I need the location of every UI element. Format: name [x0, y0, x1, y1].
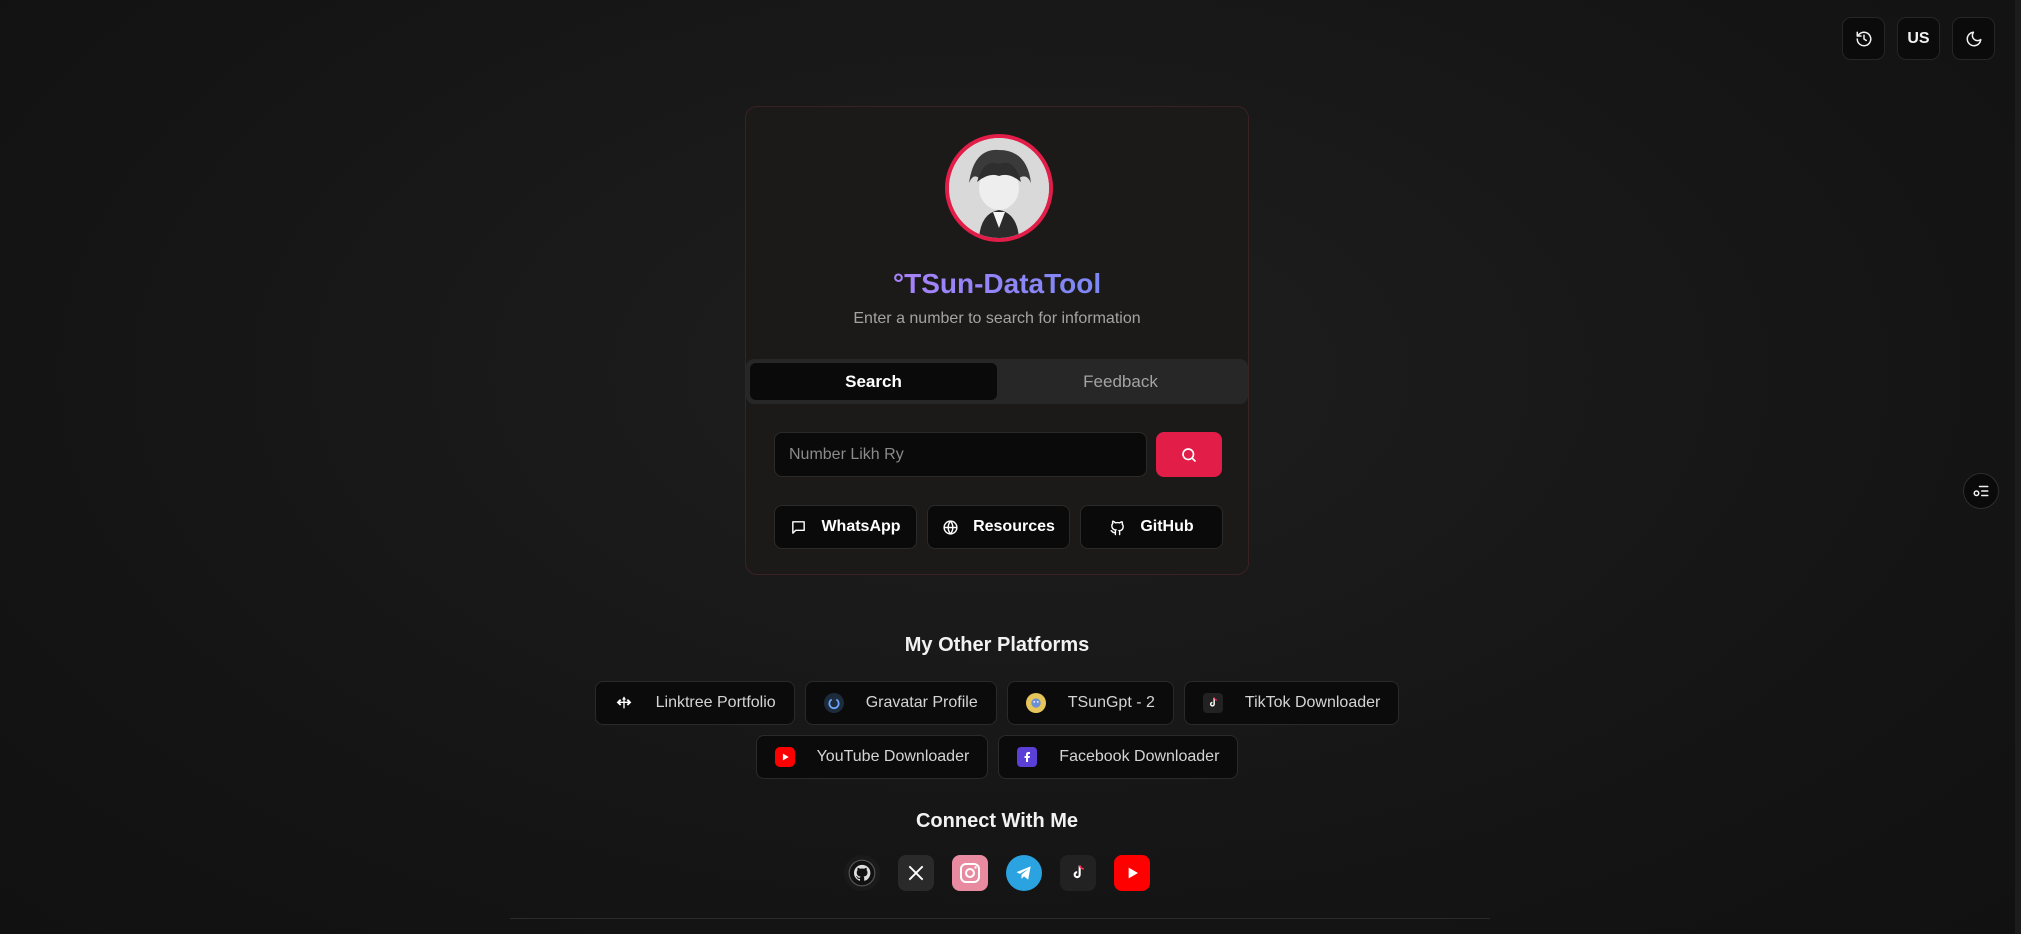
youtube-icon	[774, 747, 795, 767]
connect-heading: Connect With Me	[915, 810, 1079, 832]
gravatar-icon	[823, 693, 844, 713]
linktree-portfolio-link[interactable]: Linktree Portfolio	[594, 681, 795, 725]
resources-label: Resources	[973, 518, 1055, 535]
facebook-icon	[1017, 747, 1038, 767]
platforms-row-1: Linktree Portfolio Gravatar Profile TSun…	[0, 681, 1994, 725]
scrollbar[interactable]	[2015, 0, 2021, 934]
search-card: °TSun-DataTool Enter a number to search …	[745, 106, 1249, 575]
floating-settings-button[interactable]	[1963, 473, 1999, 509]
whatsapp-label: WhatsApp	[821, 518, 901, 535]
tab-search[interactable]: Search	[750, 363, 997, 400]
tab-feedback[interactable]: Feedback	[997, 363, 1244, 400]
resources-button[interactable]: Resources	[927, 505, 1070, 549]
social-links	[0, 855, 1994, 891]
tsungpt-label: TSunGpt - 2	[1067, 694, 1155, 711]
social-x-link[interactable]	[898, 855, 934, 891]
tab-bar: Search Feedback	[746, 359, 1248, 404]
quick-links: WhatsApp Resources GitHub	[774, 505, 1223, 549]
gravatar-profile-link[interactable]: Gravatar Profile	[804, 681, 997, 725]
message-icon	[792, 520, 806, 534]
search-icon	[1182, 447, 1196, 462]
social-youtube-link[interactable]	[1114, 855, 1150, 891]
globe-icon	[943, 519, 958, 535]
instagram-icon	[960, 863, 980, 883]
social-github-link[interactable]	[844, 855, 880, 891]
region-label: US	[1907, 29, 1930, 47]
telegram-icon	[1016, 866, 1031, 880]
platforms-row-2: YouTube Downloader Facebook Downloader	[0, 735, 1994, 779]
moon-icon	[1966, 31, 1981, 46]
social-tiktok-link[interactable]	[1060, 855, 1096, 891]
tsungpt-link[interactable]: TSunGpt - 2	[1006, 681, 1174, 725]
social-telegram-link[interactable]	[1006, 855, 1042, 891]
tsungpt-icon	[1025, 693, 1046, 713]
github-icon	[1110, 519, 1125, 535]
page-subtitle: Enter a number to search for information	[853, 310, 1141, 327]
social-instagram-link[interactable]	[952, 855, 988, 891]
youtube-downloader-label: YouTube Downloader	[816, 748, 970, 765]
anime-avatar-image	[949, 138, 1049, 238]
footer-divider	[510, 918, 1490, 919]
github-label: GitHub	[1140, 518, 1194, 535]
region-button[interactable]: US	[1897, 17, 1940, 60]
top-actions: US	[1842, 17, 1995, 60]
gravatar-profile-label: Gravatar Profile	[865, 694, 978, 711]
platforms-heading: My Other Platforms	[904, 634, 1090, 656]
linktree-portfolio-label: Linktree Portfolio	[655, 694, 776, 711]
github-button[interactable]: GitHub	[1080, 505, 1223, 549]
list-settings-icon	[1973, 485, 1989, 497]
search-button[interactable]	[1156, 432, 1222, 477]
facebook-downloader-label: Facebook Downloader	[1059, 748, 1220, 765]
linktree-icon	[614, 693, 634, 713]
history-icon	[1856, 31, 1871, 46]
avatar	[945, 134, 1053, 242]
x-icon	[908, 865, 924, 881]
tiktok-icon	[1202, 693, 1223, 713]
theme-toggle-button[interactable]	[1952, 17, 1995, 60]
page-title: °TSun-DataTool	[746, 268, 1248, 300]
tiktok-icon	[1073, 865, 1084, 879]
tiktok-downloader-link[interactable]: TikTok Downloader	[1183, 681, 1400, 725]
youtube-icon	[1128, 867, 1138, 879]
youtube-downloader-link[interactable]: YouTube Downloader	[755, 735, 989, 779]
whatsapp-button[interactable]: WhatsApp	[774, 505, 917, 549]
facebook-downloader-link[interactable]: Facebook Downloader	[998, 735, 1239, 779]
number-search-input[interactable]	[774, 432, 1147, 477]
tiktok-downloader-label: TikTok Downloader	[1244, 694, 1381, 711]
history-button[interactable]	[1842, 17, 1885, 60]
github-icon	[848, 859, 876, 887]
